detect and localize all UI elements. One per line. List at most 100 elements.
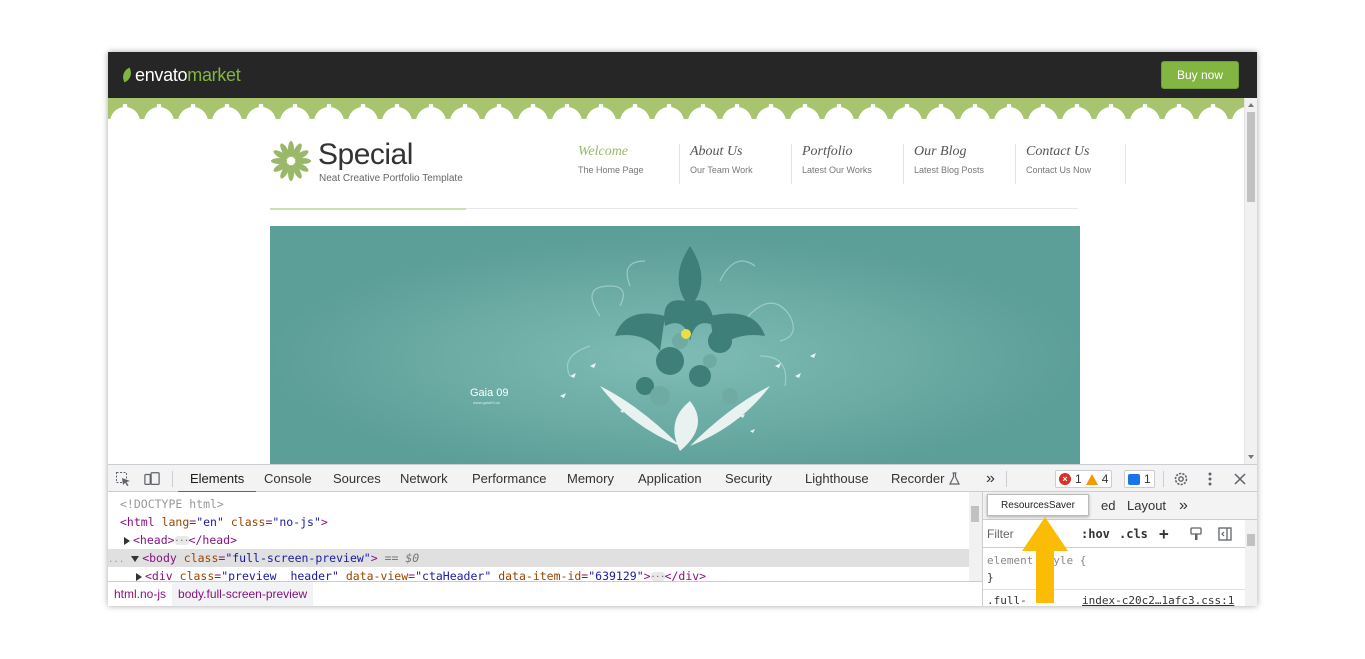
scroll-down-icon[interactable] <box>1248 455 1254 459</box>
tab-security[interactable]: Security <box>725 465 772 492</box>
brand-name: Special <box>318 138 413 171</box>
tab-performance[interactable]: Performance <box>472 465 546 492</box>
tab-separator <box>1006 471 1007 487</box>
new-style-rule-icon[interactable]: + <box>1159 524 1169 543</box>
hero-banner: Gaia 09 www.gaia09.us <box>270 226 1080 464</box>
more-tabs-icon[interactable]: » <box>986 465 995 492</box>
expand-triangle-icon[interactable] <box>124 536 130 545</box>
error-count: 1 <box>1075 472 1082 486</box>
logo-envato-text: envato <box>135 64 188 85</box>
nav-contact-us[interactable]: Contact Us Contact Us Now <box>1026 144 1126 184</box>
more-tabs-icon[interactable]: » <box>1179 492 1188 519</box>
nav-subtitle: Contact Us Now <box>1026 165 1092 175</box>
nav-portfolio[interactable]: Portfolio Latest Our Works <box>802 144 904 184</box>
tab-lighthouse[interactable]: Lighthouse <box>805 465 869 492</box>
tab-separator <box>172 471 173 487</box>
page-scrollbar[interactable] <box>1244 98 1257 464</box>
scrollbar-thumb[interactable] <box>1247 534 1255 546</box>
header-divider <box>466 208 1078 209</box>
expand-triangle-icon[interactable] <box>136 572 142 581</box>
envato-leaf-icon <box>120 67 134 83</box>
nav-subtitle: The Home Page <box>578 165 644 175</box>
tab-console[interactable]: Console <box>264 465 312 492</box>
kebab-menu-icon[interactable] <box>1202 471 1218 487</box>
dom-node-doctype[interactable]: <!DOCTYPE html> <box>108 495 969 513</box>
brand-underline <box>270 208 466 210</box>
tab-elements[interactable]: Elements <box>177 465 257 493</box>
nav-subtitle: Latest Blog Posts <box>914 165 985 175</box>
code-token: <html <box>120 515 155 529</box>
css-rule-selector[interactable]: .full- <box>987 594 1027 606</box>
scrollbar-thumb[interactable] <box>971 506 979 522</box>
tab-sources[interactable]: Sources <box>333 465 381 492</box>
code-token: <head> <box>133 533 175 547</box>
nav-title: Welcome <box>578 144 629 159</box>
code-token: "full-screen-preview" <box>225 551 371 565</box>
floral-artwork <box>270 226 1080 464</box>
messages-badge[interactable]: 1 <box>1124 470 1155 488</box>
code-token: "no-js" <box>272 515 321 529</box>
element-style-close: } <box>987 571 994 584</box>
code-token: "preview__header" <box>221 569 339 581</box>
breadcrumb-body[interactable]: body.full-screen-preview <box>172 582 314 606</box>
brand-tagline: Neat Creative Portfolio Template <box>319 173 463 184</box>
nav-title: About Us <box>690 144 743 159</box>
logo-market-text: market <box>187 64 241 85</box>
doctype-text: <!DOCTYPE html> <box>120 497 224 511</box>
code-token: "en" <box>196 515 224 529</box>
nav-our-blog[interactable]: Our Blog Latest Blog Posts <box>914 144 1016 184</box>
elements-scrollbar[interactable] <box>969 492 982 581</box>
scrollbar-thumb[interactable] <box>1247 112 1255 202</box>
inspect-element-icon[interactable] <box>115 471 131 487</box>
settings-gear-icon[interactable] <box>1173 471 1189 487</box>
tab-application[interactable]: Application <box>638 465 702 492</box>
styles-tab-bar: ed Layout » ResourcesSaver <box>983 492 1257 520</box>
nav-welcome[interactable]: Welcome The Home Page <box>578 144 680 184</box>
device-toolbar-icon[interactable] <box>144 471 160 487</box>
nav-about-us[interactable]: About Us Our Team Work <box>690 144 792 184</box>
dom-node-body-selected[interactable]: ... <body class="full-screen-preview"> =… <box>108 549 969 567</box>
nav-title: Contact Us <box>1026 144 1090 159</box>
paint-brush-icon[interactable] <box>1188 526 1204 542</box>
elements-dom-tree[interactable]: <!DOCTYPE html> <html lang="en" class="n… <box>108 492 969 581</box>
tab-memory[interactable]: Memory <box>567 465 614 492</box>
collapsed-ellipsis-icon[interactable]: ··· <box>174 536 189 545</box>
tab-recorder-label: Recorder <box>891 471 945 486</box>
warning-icon <box>1085 473 1098 485</box>
code-token: data-item-id <box>498 569 582 581</box>
code-token: class <box>230 515 266 529</box>
code-token: == $0 <box>384 551 420 565</box>
resourcessaver-tooltip[interactable]: ResourcesSaver <box>987 494 1089 516</box>
styles-scrollbar[interactable] <box>1245 520 1257 606</box>
buy-now-button[interactable]: Buy now <box>1161 61 1239 89</box>
browser-window: envato market Buy now Special Neat Creat… <box>108 52 1257 606</box>
devtools-tab-bar: Elements Console Sources Network Perform… <box>108 464 1257 493</box>
nav-title: Our Blog <box>914 144 967 159</box>
dom-node-head[interactable]: <head>···</head> <box>108 531 969 549</box>
banner-title: Gaia 09 <box>470 387 509 399</box>
class-toggle-button[interactable]: .cls <box>1119 527 1148 541</box>
toggle-sidebar-icon[interactable] <box>1217 526 1233 542</box>
issues-badge[interactable]: × 1 4 <box>1055 470 1113 488</box>
nav-subtitle: Our Team Work <box>690 165 753 175</box>
envato-market-logo[interactable]: envato market <box>120 64 241 85</box>
close-devtools-icon[interactable] <box>1232 471 1248 487</box>
scroll-up-icon[interactable] <box>1248 103 1254 107</box>
dom-node-html[interactable]: <html lang="en" class="no-js"> <box>108 513 969 531</box>
tab-recorder[interactable]: Recorder <box>891 465 961 492</box>
site-brand[interactable]: Special Neat Creative Portfolio Template <box>270 138 470 198</box>
tab-network[interactable]: Network <box>400 465 448 492</box>
breadcrumb-html[interactable]: html.no-js <box>108 582 172 606</box>
tab-computed-partial[interactable]: ed <box>1101 492 1115 519</box>
css-source-link[interactable]: index-c20c2…1afc3.css:1 <box>1082 594 1234 606</box>
hover-state-button[interactable]: :hov <box>1081 527 1110 541</box>
tab-layout[interactable]: Layout <box>1127 492 1166 519</box>
dom-node-div[interactable]: <div class="preview__header" data-view="… <box>108 567 969 581</box>
warning-count: 4 <box>1101 472 1109 486</box>
nav-subtitle: Latest Our Works <box>802 165 872 175</box>
collapse-triangle-icon[interactable] <box>131 555 140 562</box>
collapsed-ellipsis-icon[interactable]: ··· <box>650 572 665 581</box>
code-token: class <box>183 551 219 565</box>
code-token: ... <box>108 555 125 565</box>
message-count: 1 <box>1144 472 1151 486</box>
